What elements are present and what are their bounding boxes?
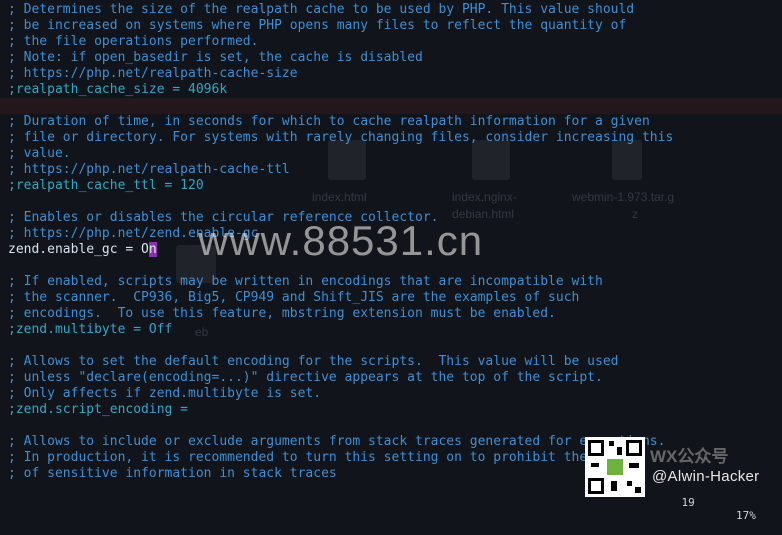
qr-module <box>611 481 617 491</box>
qr-module <box>607 459 623 475</box>
cursor-position: 19 <box>681 496 695 509</box>
ghost-label: webmin-1.973.tar.g <box>572 190 675 204</box>
qr-module <box>591 463 599 467</box>
wechat-label: WX公众号 <box>650 447 729 466</box>
code-line: ; Allows to include or exclude arguments… <box>8 434 666 449</box>
code-line: ; be increased on systems where PHP open… <box>8 18 627 33</box>
code-line-active[interactable]: zend.enable_gc = On <box>8 242 157 258</box>
qr-finder <box>626 440 642 456</box>
code-line: ; Only affects if zend.multibyte is set. <box>8 386 322 401</box>
qr-module <box>635 487 641 493</box>
code-line: ; Determines the size of the realpath ca… <box>8 2 635 17</box>
qr-code-icon <box>585 437 645 497</box>
text-cursor: n <box>148 242 157 257</box>
code-line: ; https://php.net/zend.enable-gc <box>8 226 259 241</box>
ghost-label: debian.html <box>452 207 515 221</box>
code-line: ;realpath_cache_size = 4096k <box>8 82 228 97</box>
ghost-label: eb <box>195 325 209 339</box>
code-line: ; Enables or disables the circular refer… <box>8 210 439 225</box>
ghost-label: index.html <box>312 190 367 204</box>
code-line: ; Duration of time, in seconds for which… <box>8 114 650 129</box>
code-line: ; If enabled, scripts may be written in … <box>8 274 603 289</box>
qr-module <box>617 447 622 455</box>
code-line: ; the file operations performed. <box>8 34 259 49</box>
code-line: ; value. <box>8 146 71 161</box>
code-line: ; unless "declare(encoding=...)" directi… <box>8 370 603 385</box>
code-line: ; https://php.net/realpath-cache-ttl <box>8 162 290 177</box>
code-line: ; In production, it is recommended to tu… <box>8 450 642 465</box>
scroll-percent: 17% <box>736 509 756 522</box>
code-line: ; Note: if open_basedir is set, the cach… <box>8 50 423 65</box>
qr-finder <box>588 478 604 494</box>
code-line: ; the scanner. CP936, Big5, CP949 and Sh… <box>8 290 580 305</box>
ghost-file-icon <box>328 140 366 180</box>
code-line: ; of sensitive information in stack trac… <box>8 466 337 481</box>
qr-module <box>629 463 639 468</box>
ghost-label: index.nginx- <box>452 190 517 204</box>
code-line: ;zend.multibyte = Off <box>8 322 173 337</box>
ghost-file-icon <box>472 140 510 180</box>
active-line-text: zend.enable_gc = O <box>8 242 149 257</box>
code-line: ;realpath_cache_ttl = 120 <box>8 178 204 193</box>
status-ruler: 19 17% <box>655 483 780 535</box>
code-line: ; Allows to set the default encoding for… <box>8 354 619 369</box>
ghost-label: z <box>632 207 638 221</box>
qr-finder <box>588 440 604 456</box>
code-line: ; https://php.net/realpath-cache-size <box>8 66 298 81</box>
code-line: ; encodings. To use this feature, mbstri… <box>8 306 556 321</box>
qr-module <box>609 441 614 446</box>
terminal-editor[interactable]: index.html index.nginx- debian.html webm… <box>0 0 782 522</box>
qr-module <box>627 481 632 486</box>
ghost-archive-icon <box>612 140 642 180</box>
code-line: ; file or directory. For systems with ra… <box>8 130 674 145</box>
code-line: ;zend.script_encoding = <box>8 402 189 417</box>
